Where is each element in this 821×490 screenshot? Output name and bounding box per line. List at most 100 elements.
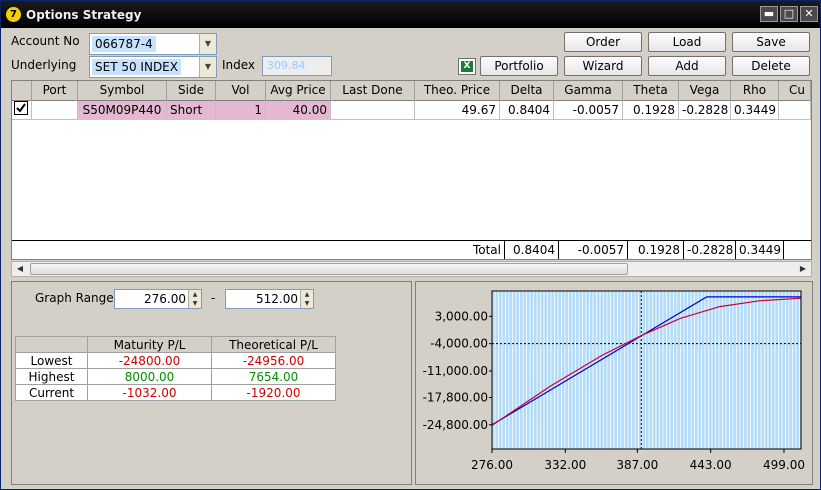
load-button[interactable]: Load <box>648 32 726 52</box>
col-port[interactable]: Port <box>32 81 78 101</box>
cell-side[interactable]: Short <box>167 101 216 120</box>
range-to-input[interactable]: 512.00 ▲ ▼ <box>225 289 314 309</box>
cell-cu <box>779 101 811 120</box>
total-theta: 0.1928 <box>628 241 684 259</box>
y-axis-ticks: 3,000.00 -4,000.00 -11,000.00 -17,800.00 -24… <box>423 309 492 432</box>
cell-theta: 0.1928 <box>623 101 679 120</box>
col-vol[interactable]: Vol <box>216 81 266 101</box>
spinner-icon[interactable]: ▲ ▼ <box>188 290 201 308</box>
total-row: Total 0.8404 -0.0057 0.1928 -0.2828 0.34… <box>12 240 811 259</box>
total-gamma: -0.0057 <box>559 241 628 259</box>
x-tick-label: 443.00 <box>690 458 732 472</box>
range-from-input[interactable]: 276.00 ▲ ▼ <box>114 289 202 309</box>
window-title: Options Strategy <box>26 8 142 22</box>
range-to-value: 512.00 <box>256 292 298 306</box>
index-field: 309.84 <box>262 56 332 76</box>
cell-symbol[interactable]: S50M09P440 <box>78 101 167 120</box>
col-gamma[interactable]: Gamma <box>554 81 623 101</box>
table-row[interactable]: S50M09P440 Short 1 40.00 49.67 0.8404 -0… <box>12 101 811 120</box>
export-excel-button[interactable]: X <box>458 58 476 75</box>
x-axis-ticks: 276.00 332.00 387.00 443.00 499.00 <box>471 449 805 472</box>
save-button[interactable]: Save <box>732 32 810 52</box>
minimize-button[interactable]: ▬ <box>760 6 778 22</box>
cell-vol[interactable]: 1 <box>216 101 266 120</box>
range-separator: - <box>211 291 216 305</box>
y-tick-label: 3,000.00 <box>435 309 488 323</box>
total-delta: 0.8404 <box>505 241 559 259</box>
pl-row-label: Lowest <box>15 352 88 369</box>
checkbox-checked-icon <box>14 101 28 115</box>
col-side[interactable]: Side <box>167 81 216 101</box>
pl-maturity: -24800.00 <box>87 352 212 369</box>
col-theo-price[interactable]: Theo. Price <box>415 81 500 101</box>
col-theta[interactable]: Theta <box>623 81 679 101</box>
total-vega: -0.2828 <box>684 241 736 259</box>
pl-header-maturity: Maturity P/L <box>87 336 212 353</box>
pl-theoretical: -1920.00 <box>211 384 336 401</box>
col-vega[interactable]: Vega <box>679 81 731 101</box>
cell-port <box>32 101 78 120</box>
spinner-icon[interactable]: ▲ ▼ <box>300 290 313 308</box>
cell-theo-price: 49.67 <box>415 101 500 120</box>
account-select[interactable]: 066787-4 ▼ <box>89 33 217 55</box>
portfolio-button[interactable]: Portfolio <box>480 56 558 76</box>
col-delta[interactable]: Delta <box>500 81 554 101</box>
y-tick-label: -24,800.00 <box>423 418 488 432</box>
horizontal-scrollbar[interactable]: ◀ ▶ <box>11 261 812 277</box>
excel-icon: X <box>461 61 473 72</box>
index-label: Index <box>222 58 256 72</box>
pl-row-label: Highest <box>15 368 88 385</box>
scroll-right-icon[interactable]: ▶ <box>795 262 811 276</box>
x-tick-label: 387.00 <box>616 458 658 472</box>
pl-table: Maturity P/L Theoretical P/L Lowest -248… <box>15 336 336 401</box>
cell-rho: 0.3449 <box>731 101 779 120</box>
pl-maturity: -1032.00 <box>87 384 212 401</box>
x-tick-label: 276.00 <box>471 458 513 472</box>
order-button[interactable]: Order <box>564 32 642 52</box>
pl-maturity: 8000.00 <box>87 368 212 385</box>
pl-row-label: Current <box>15 384 88 401</box>
col-avg-price[interactable]: Avg Price <box>266 81 331 101</box>
graph-range-label: Graph Range <box>35 291 114 305</box>
chevron-down-icon[interactable]: ▼ <box>199 34 216 54</box>
pl-theoretical: -24956.00 <box>211 352 336 369</box>
pl-chart: 3,000.00 -4,000.00 -11,000.00 -17,800.00 -24… <box>423 290 805 472</box>
underlying-label: Underlying <box>11 58 77 72</box>
scroll-thumb[interactable] <box>30 263 628 275</box>
delete-button[interactable]: Delete <box>732 56 810 76</box>
underlying-select[interactable]: SET 50 INDEX ▼ <box>89 56 217 78</box>
pl-header-blank <box>15 336 88 353</box>
wizard-button[interactable]: Wizard <box>564 56 642 76</box>
y-tick-label: -17,800.00 <box>423 391 488 405</box>
cell-gamma: -0.0057 <box>554 101 623 120</box>
row-checkbox[interactable] <box>12 101 32 120</box>
cell-last-done <box>331 101 415 120</box>
table-row: Current -1032.00 -1920.00 <box>15 384 336 401</box>
add-button[interactable]: Add <box>648 56 726 76</box>
table-row: Highest 8000.00 7654.00 <box>15 368 336 385</box>
col-last-done[interactable]: Last Done <box>331 81 415 101</box>
maximize-button[interactable]: □ <box>780 6 798 22</box>
positions-grid: Port Symbol Side Vol Avg Price Last Done… <box>11 80 812 260</box>
cell-delta: 0.8404 <box>500 101 554 120</box>
cell-avg-price[interactable]: 40.00 <box>266 101 331 120</box>
x-tick-label: 499.00 <box>763 458 805 472</box>
col-rho[interactable]: Rho <box>731 81 779 101</box>
header-check <box>12 81 32 101</box>
underlying-value: SET 50 INDEX <box>92 59 181 75</box>
account-label: Account No <box>11 34 80 48</box>
col-symbol[interactable]: Symbol <box>78 81 167 101</box>
total-label: Total <box>12 241 505 259</box>
chevron-down-icon[interactable]: ▼ <box>199 57 216 77</box>
title-bar[interactable]: 7 Options Strategy ▬ □ ✕ <box>1 1 820 28</box>
y-tick-label: -11,000.00 <box>423 364 488 378</box>
col-cu[interactable]: Cu <box>779 81 811 101</box>
scroll-left-icon[interactable]: ◀ <box>12 262 28 276</box>
plot-area <box>491 290 802 450</box>
total-cu <box>784 241 811 259</box>
close-button[interactable]: ✕ <box>800 6 818 22</box>
grid-header: Port Symbol Side Vol Avg Price Last Done… <box>12 81 811 101</box>
total-rho: 0.3449 <box>736 241 784 259</box>
chart-background <box>491 290 802 450</box>
y-tick-label: -4,000.00 <box>430 337 488 351</box>
